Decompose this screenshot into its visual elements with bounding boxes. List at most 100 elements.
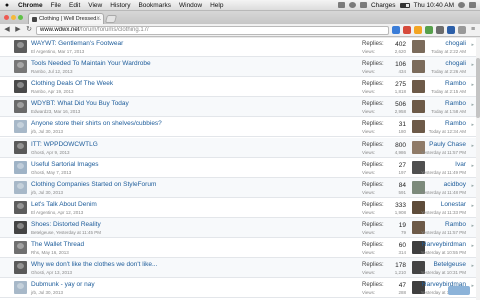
- minimize-window-button[interactable]: [11, 15, 16, 20]
- last-post-date-link[interactable]: Yesterday at 11:48 PM: [421, 190, 466, 195]
- last-poster-link[interactable]: Pauly Chase: [429, 141, 466, 148]
- last-poster-avatar[interactable]: [412, 80, 425, 94]
- last-post-date-link[interactable]: Yesterday at 11:49 PM: [421, 170, 466, 175]
- thread-title-link[interactable]: The Wallet Thread: [31, 241, 84, 248]
- go-to-last-post-icon[interactable]: ▸: [471, 243, 474, 249]
- go-to-last-post-icon[interactable]: ▸: [471, 283, 474, 289]
- thread-title-link[interactable]: Tools Needed To Maintain Your Wardrobe: [31, 60, 151, 67]
- battery-icon[interactable]: [399, 2, 410, 8]
- thread-title-link[interactable]: Let's Talk About Denim: [31, 201, 97, 208]
- thread-author-avatar[interactable]: [14, 261, 27, 275]
- thread-title-link[interactable]: Clothing Deals Of The Week: [31, 80, 113, 87]
- thread-author-avatar[interactable]: [14, 60, 27, 74]
- last-poster-avatar[interactable]: [412, 100, 425, 114]
- thread-author-avatar[interactable]: [14, 40, 27, 53]
- thread-author-avatar[interactable]: [14, 160, 27, 174]
- go-to-last-post-icon[interactable]: ▸: [471, 42, 474, 48]
- last-post-date-link[interactable]: Yesterday at 10:55 PM: [421, 250, 466, 255]
- go-to-last-post-icon[interactable]: ▸: [471, 122, 474, 128]
- last-post-date-link[interactable]: Today at 2:15 AM: [431, 89, 466, 94]
- thread-title-link[interactable]: WAYWT: Gentleman's Footwear: [31, 40, 123, 47]
- apple-menu-icon[interactable]: ●: [0, 2, 14, 9]
- menu-help[interactable]: Help: [206, 2, 227, 9]
- wifi-icon[interactable]: [359, 2, 367, 8]
- thread-author-avatar[interactable]: [14, 120, 27, 134]
- last-post-date-link[interactable]: Today at 2:26 AM: [431, 69, 466, 74]
- last-post-date-link[interactable]: Today at 1:58 AM: [431, 109, 466, 114]
- thread-author-avatar[interactable]: [14, 180, 27, 194]
- extension-icon[interactable]: [458, 26, 466, 34]
- zoom-window-button[interactable]: [18, 15, 23, 20]
- thread-title-link[interactable]: ITT: WPPDOWCWTLG: [31, 141, 98, 148]
- last-post-date-link[interactable]: Yesterday at 11:33 PM: [421, 210, 466, 215]
- close-window-button[interactable]: [4, 15, 9, 20]
- last-post-date-link[interactable]: Yesterday at 11:57 PM: [421, 230, 466, 235]
- thread-author-avatar[interactable]: [14, 200, 27, 214]
- last-post-date-link[interactable]: Today at 12:34 AM: [429, 129, 466, 134]
- clock[interactable]: Thu 10:40 AM: [414, 2, 454, 9]
- go-to-last-post-icon[interactable]: ▸: [471, 203, 474, 209]
- dropbox-icon[interactable]: [337, 2, 345, 8]
- last-poster-avatar[interactable]: [412, 120, 425, 134]
- last-poster-link[interactable]: Rambo: [445, 100, 466, 107]
- thread-title-link[interactable]: WDYBT: What Did You Buy Today: [31, 100, 129, 107]
- thread-author-avatar[interactable]: [14, 100, 27, 114]
- last-post-date-link[interactable]: Yesterday at 11:57 PM: [421, 150, 466, 155]
- extension-icon[interactable]: [425, 26, 433, 34]
- thread-author-avatar[interactable]: [14, 281, 27, 295]
- go-to-last-post-icon[interactable]: ▸: [471, 102, 474, 108]
- go-to-last-post-icon[interactable]: ▸: [471, 82, 474, 88]
- notification-center-icon[interactable]: [469, 2, 476, 8]
- thread-author-avatar[interactable]: [14, 80, 27, 94]
- scrollbar[interactable]: [476, 38, 480, 300]
- back-button[interactable]: ◀: [3, 26, 11, 34]
- extension-icon[interactable]: [392, 26, 400, 34]
- chrome-menu-icon[interactable]: ≡: [469, 26, 477, 34]
- extension-icon[interactable]: [436, 26, 444, 34]
- menu-edit[interactable]: Edit: [65, 2, 84, 9]
- go-to-last-post-icon[interactable]: ▸: [471, 263, 474, 269]
- menu-window[interactable]: Window: [175, 2, 206, 9]
- last-poster-link[interactable]: Harveybirdman: [422, 241, 466, 248]
- charges-label[interactable]: Charges: [371, 2, 396, 9]
- tab-clothing[interactable]: Clothing | Well Dressed... ×: [28, 13, 104, 24]
- last-poster-avatar[interactable]: [412, 40, 425, 53]
- forward-button[interactable]: ▶: [14, 26, 22, 34]
- thread-author-avatar[interactable]: [14, 140, 27, 154]
- last-poster-link[interactable]: acidboy: [444, 181, 466, 188]
- address-bar[interactable]: www.wdwx.net/forum/forums/clothing.17/: [36, 25, 389, 35]
- thread-title-link[interactable]: Dubmunk - yay or nay: [31, 281, 95, 288]
- go-to-last-post-icon[interactable]: ▸: [471, 143, 474, 149]
- last-poster-link[interactable]: Ivar: [455, 161, 466, 168]
- extension-icon[interactable]: [403, 26, 411, 34]
- last-poster-link[interactable]: Rambo: [445, 120, 466, 127]
- extension-icon[interactable]: [447, 26, 455, 34]
- sync-icon[interactable]: [348, 2, 356, 8]
- scroll-to-top-button[interactable]: [448, 286, 470, 295]
- last-poster-link[interactable]: chogali: [445, 60, 466, 67]
- last-poster-link[interactable]: chogali: [445, 40, 466, 47]
- menu-view[interactable]: View: [84, 2, 106, 9]
- thread-title-link[interactable]: Useful Sartorial Images: [31, 161, 99, 168]
- thread-title-link[interactable]: Clothing Companies Started on StyleForum: [31, 181, 156, 188]
- new-tab-button[interactable]: [104, 15, 118, 23]
- last-post-date-link[interactable]: Yesterday at 10:31 PM: [421, 270, 466, 275]
- last-poster-link[interactable]: Rambo: [445, 80, 466, 87]
- menu-bookmarks[interactable]: Bookmarks: [134, 2, 175, 9]
- go-to-last-post-icon[interactable]: ▸: [471, 62, 474, 68]
- last-poster-link[interactable]: Betelgeuse: [433, 261, 466, 268]
- menu-history[interactable]: History: [106, 2, 134, 9]
- menu-chrome[interactable]: Chrome: [14, 2, 47, 9]
- tab-close-icon[interactable]: ×: [96, 14, 100, 24]
- spotlight-search-icon[interactable]: [458, 2, 465, 8]
- menu-file[interactable]: File: [47, 2, 65, 9]
- thread-author-avatar[interactable]: [14, 220, 27, 234]
- reload-button[interactable]: ↻: [25, 26, 33, 34]
- go-to-last-post-icon[interactable]: ▸: [471, 163, 474, 169]
- last-poster-avatar[interactable]: [412, 60, 425, 74]
- last-post-date-link[interactable]: Today at 2:22 AM: [431, 49, 466, 54]
- last-poster-link[interactable]: Rambo: [445, 221, 466, 228]
- go-to-last-post-icon[interactable]: ▸: [471, 183, 474, 189]
- thread-title-link[interactable]: Shoes: Distorted Reality: [31, 221, 101, 228]
- thread-title-link[interactable]: Anyone store their shirts on shelves/cub…: [31, 120, 162, 127]
